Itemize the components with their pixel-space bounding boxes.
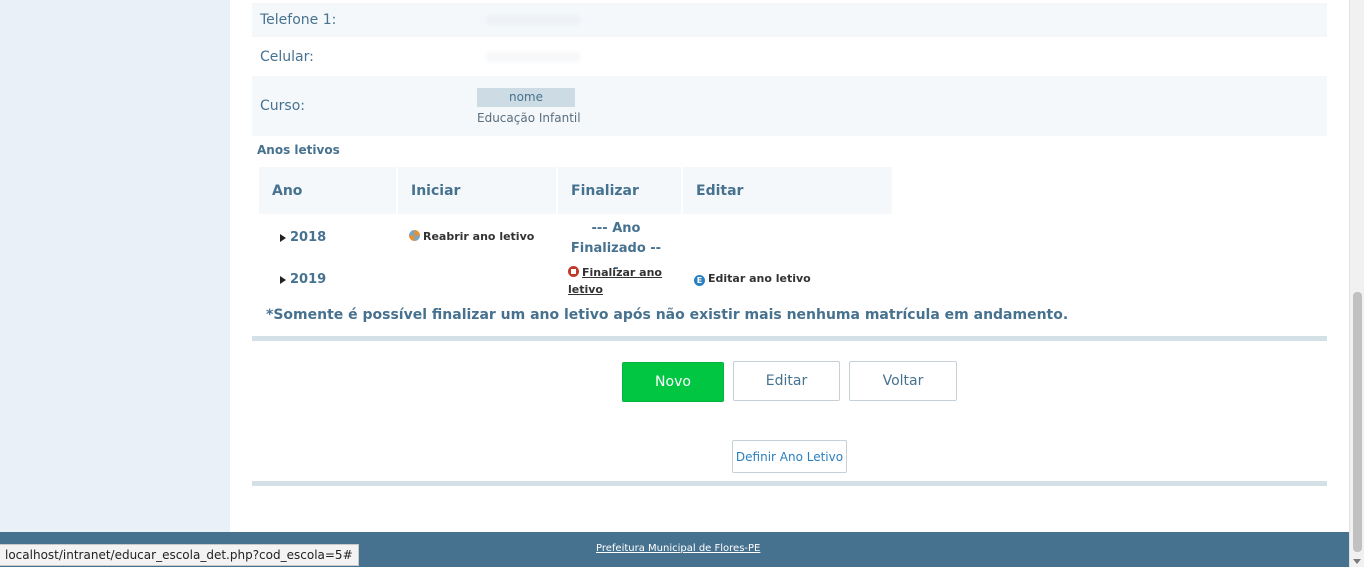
curso-row: Curso: nome Educação Infantil xyxy=(252,76,1327,136)
celular-value xyxy=(467,39,1327,74)
telefone-row: Telefone 1: xyxy=(252,3,1327,37)
stop-icon xyxy=(568,266,579,277)
ano-2018-toggle[interactable]: 2018 xyxy=(280,230,326,245)
ano-2018-label: 2018 xyxy=(290,230,327,245)
redacted-value xyxy=(485,51,581,62)
definir-ano-letivo-button[interactable]: Definir Ano Letivo xyxy=(732,440,847,473)
editar-label: Editar ano letivo xyxy=(708,272,811,285)
header-iniciar: Iniciar xyxy=(398,167,556,214)
telefone-value xyxy=(467,3,1327,37)
ano-2019-label: 2019 xyxy=(290,272,327,287)
editar-ano-letivo-link[interactable]: E Editar ano letivo xyxy=(694,272,811,286)
reabrir-label: Reabrir ano letivo xyxy=(423,230,535,243)
redacted-value xyxy=(485,15,581,25)
edit-icon: E xyxy=(694,275,705,286)
anos-letivos-table: Ano Iniciar Finalizar Editar xyxy=(259,167,892,214)
header-finalizar: Finalizar xyxy=(558,167,681,214)
finalizar-note: *Somente é possível finalizar um ano let… xyxy=(266,307,1069,323)
celular-label: Celular: xyxy=(260,48,314,65)
curso-value: nome Educação Infantil xyxy=(467,76,1327,136)
ano-2019-toggle[interactable]: 2019 xyxy=(280,272,326,287)
curso-label: Curso: xyxy=(260,98,305,114)
header-ano: Ano xyxy=(259,167,396,214)
left-sidebar xyxy=(0,0,230,532)
browser-status-url: localhost/intranet/educar_escola_det.php… xyxy=(0,544,359,566)
divider-bottom xyxy=(252,481,1327,486)
scrollbar-thumb[interactable] xyxy=(1353,292,1362,552)
editar-button[interactable]: Editar xyxy=(733,361,840,401)
novo-button[interactable]: Novo xyxy=(622,362,724,402)
reopen-icon xyxy=(409,230,420,241)
header-editar: Editar xyxy=(683,167,892,214)
reabrir-ano-letivo-link[interactable]: Reabrir ano letivo xyxy=(409,230,534,243)
curso-table-header: nome xyxy=(477,87,575,107)
expand-triangle-icon xyxy=(280,275,286,284)
expand-triangle-icon xyxy=(280,233,286,242)
divider-top xyxy=(252,336,1327,341)
finalizar-ano-letivo-link[interactable]: Finalizar ano letivo xyxy=(568,264,668,298)
curso-table-value: Educação Infantil xyxy=(477,110,581,125)
telefone-label: Telefone 1: xyxy=(260,12,337,28)
scroll-down-arrow-icon[interactable] xyxy=(1353,559,1361,564)
anos-letivos-title: Anos letivos xyxy=(257,143,340,157)
footer-link[interactable]: Prefeitura Municipal de Flores-PE xyxy=(596,543,760,554)
table-header-row: Ano Iniciar Finalizar Editar xyxy=(259,167,892,214)
finalizar-label: Finalizar ano letivo xyxy=(568,266,662,296)
celular-row: Celular: xyxy=(252,39,1327,74)
vertical-scrollbar[interactable] xyxy=(1349,0,1364,567)
voltar-button[interactable]: Voltar xyxy=(849,361,957,401)
